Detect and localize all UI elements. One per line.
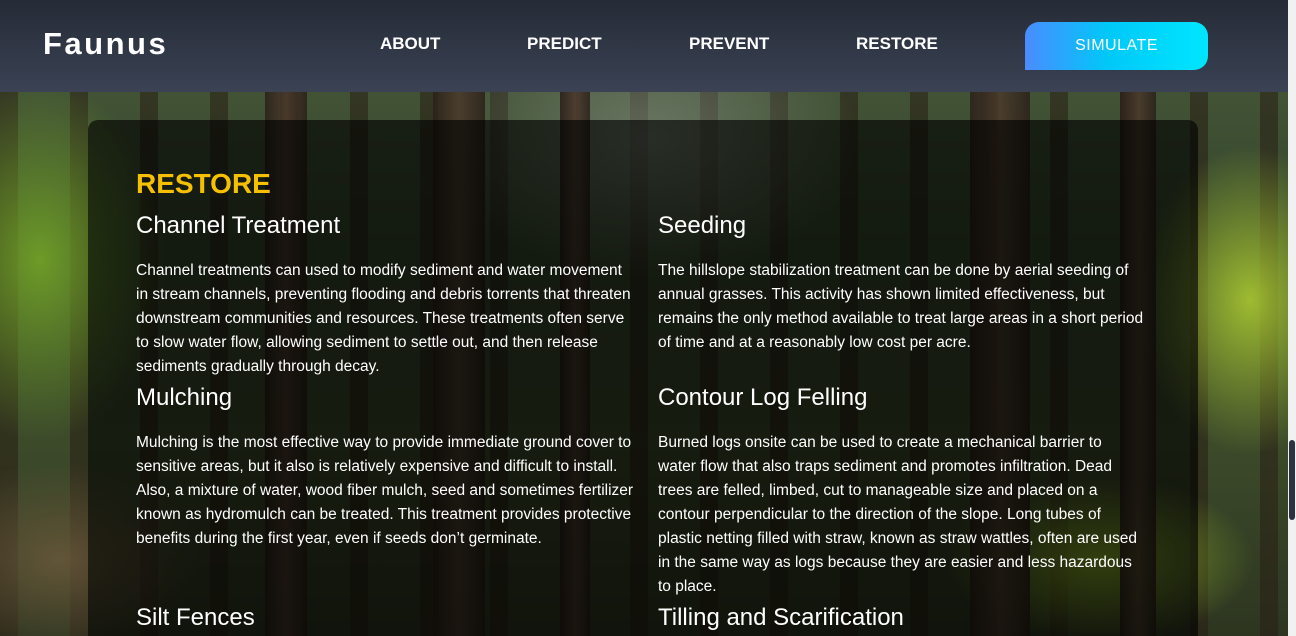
card-title-contour-log-felling: Contour Log Felling — [658, 384, 868, 411]
nav-predict-link[interactable]: PREDICT — [527, 34, 602, 54]
simulate-button[interactable]: SIMULATE — [1025, 22, 1208, 70]
card-text-seeding: The hillslope stabilization treatment ca… — [658, 262, 1144, 351]
nav-restore-link[interactable]: RESTORE — [856, 34, 938, 54]
card-title-channel-treatment: Channel Treatment — [136, 212, 341, 239]
nav-prevent-link[interactable]: PREVENT — [689, 34, 769, 54]
card-title-silt-fences: Silt Fences — [136, 604, 255, 631]
page-scrollbar-track[interactable] — [1288, 0, 1296, 636]
card-title-mulching: Mulching — [136, 384, 233, 411]
card-text-contour-log-felling: Burned logs onsite can be used to create… — [658, 434, 1138, 595]
card-title-tilling-scarification: Tilling and Scarification — [658, 604, 904, 631]
page-scrollbar-thumb[interactable] — [1289, 440, 1295, 520]
brand-logo[interactable]: Faunus — [43, 26, 168, 62]
nav-about-link[interactable]: ABOUT — [380, 34, 440, 54]
card-text-mulching: Mulching is the most effective way to pr… — [136, 434, 634, 547]
section-title: RESTORE — [136, 168, 271, 199]
site-header: Faunus ABOUT PREDICT PREVENT RESTORE SIM… — [0, 0, 1296, 92]
card-text-channel-treatment: Channel treatments can used to modify se… — [136, 262, 631, 375]
card-title-seeding: Seeding — [658, 212, 747, 239]
